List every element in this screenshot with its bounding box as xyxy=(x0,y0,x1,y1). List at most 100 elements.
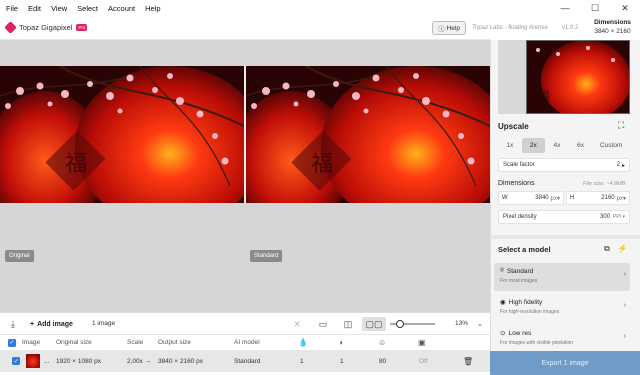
noise-icon: 💧 xyxy=(298,338,308,347)
col-scale: Scale xyxy=(127,339,144,346)
face-recovery-value: 80 xyxy=(379,357,387,365)
model-description: For images with visible pixelation xyxy=(500,340,574,346)
model-name: High fidelity xyxy=(508,298,543,306)
single-view-icon[interactable]: ▭ xyxy=(316,317,330,331)
auto-model-icon[interactable]: ⚡ xyxy=(618,244,628,254)
chevron-right-icon: › xyxy=(623,271,626,278)
info-icon: ⓘ xyxy=(438,26,445,33)
svg-text:福: 福 xyxy=(65,152,87,177)
scale-value: 2,00x → xyxy=(127,357,152,365)
menu-file[interactable]: File xyxy=(6,4,18,13)
zoom-slider-handle[interactable] xyxy=(396,320,404,328)
model-option-standard[interactable]: ⌾ Standard For most images › xyxy=(494,263,630,291)
scale-factor-value: 2 xyxy=(616,162,620,168)
side-by-side-view-icon[interactable]: ▢▢ xyxy=(362,317,386,331)
compare-models-icon[interactable]: ⧉ xyxy=(604,244,610,254)
col-original-size: Original size xyxy=(56,339,92,346)
help-button[interactable]: ⓘ Help xyxy=(432,21,466,35)
dimensions-label: Dimensions xyxy=(498,180,535,187)
col-output-size: Output size xyxy=(158,339,191,346)
menu-account[interactable]: Account xyxy=(108,4,135,13)
select-all-checkbox[interactable]: ✓ xyxy=(8,338,16,347)
face-recovery-icon: ☺ xyxy=(378,338,387,347)
close-button[interactable]: ✕ xyxy=(610,0,640,16)
pro-badge: Pro xyxy=(76,24,88,31)
low-res-model-icon: ⊙ xyxy=(500,330,506,337)
pixel-density-value: 300 xyxy=(600,214,611,220)
model-option-low-res[interactable]: ⊙ Low res For images with visible pixelat… xyxy=(494,325,630,353)
maximize-button[interactable]: ☐ xyxy=(580,0,610,16)
zoom-dropdown-chevron-icon[interactable]: ⌄ xyxy=(474,317,486,331)
image-table-header: ✓ Image Original size Scale Output size … xyxy=(0,334,490,350)
table-row[interactable]: ✓ ... 1920 × 1080 px 2,00x → 3840 × 2160… xyxy=(0,350,490,372)
dimensions-title: Dimensions xyxy=(594,19,631,26)
compression-icon: ▣ xyxy=(418,338,426,347)
image-count: 1 image xyxy=(92,320,116,327)
model-option-high-fidelity[interactable]: ◉ High fidelity For high-resolution image… xyxy=(494,294,630,322)
crop-disabled-icon[interactable]: ✕ xyxy=(290,317,304,331)
upscale-title: Upscale xyxy=(498,122,529,131)
scale-option-custom[interactable]: Custom xyxy=(592,138,630,153)
navigator-viewport-frame[interactable] xyxy=(526,40,630,114)
scale-option-1x[interactable]: 1x xyxy=(498,138,522,153)
standard-model-icon: ⌾ xyxy=(500,267,504,274)
sharpen-icon: ◑ xyxy=(338,338,343,347)
license-text: Topaz Labs - floating license xyxy=(472,25,548,31)
add-image-label: Add image xyxy=(37,320,73,328)
width-value: 3840 xyxy=(535,195,549,201)
menu-select[interactable]: Select xyxy=(77,4,98,13)
high-fidelity-model-icon: ◉ xyxy=(500,299,506,306)
version-text: v1.0.2 xyxy=(562,25,579,31)
height-value: 2160 xyxy=(601,195,615,201)
menu-bar: File Edit View Select Account Help xyxy=(0,0,640,16)
col-image: Image xyxy=(22,339,41,346)
menu-edit[interactable]: Edit xyxy=(28,4,41,13)
height-unit-select[interactable]: px▾ xyxy=(617,195,626,202)
app-name: Topaz Gigapixel xyxy=(19,23,73,32)
width-field[interactable]: W 3840 px▾ xyxy=(498,191,564,205)
import-icon[interactable]: ⤓ xyxy=(6,317,20,331)
svg-text:福: 福 xyxy=(311,152,333,177)
model-name: Low res xyxy=(508,329,532,337)
pixel-density-label: Pixel density xyxy=(503,214,537,220)
dimensions-value: 3840 × 2160 xyxy=(594,28,631,35)
zoom-value: 13% xyxy=(455,320,469,327)
app-logo: Topaz Gigapixel Pro xyxy=(4,21,88,34)
delete-icon[interactable]: 🗑 xyxy=(463,350,473,372)
bottom-toolbar: ⤓ + Add image 1 image ✕ ▭ ◫ ▢▢ 13% ⌄ xyxy=(0,312,490,334)
sharpen-value: 1 xyxy=(340,357,344,365)
model-preview-label: Standard xyxy=(250,250,283,262)
minimize-button[interactable]: — xyxy=(550,0,580,16)
upscaled-preview-image[interactable]: 福 xyxy=(246,66,490,203)
noise-value: 1 xyxy=(300,357,304,365)
width-unit-select[interactable]: px▾ xyxy=(551,195,560,202)
add-image-button[interactable]: + Add image xyxy=(30,317,73,331)
scale-option-2x[interactable]: 2x xyxy=(521,138,546,153)
ai-model-value: Standard xyxy=(234,357,261,365)
scale-option-4x[interactable]: 4x xyxy=(545,138,569,153)
topaz-logo-icon xyxy=(4,21,17,34)
scale-factor-label: Scale factor xyxy=(503,162,535,168)
model-tools: ⧉ ⚡ xyxy=(604,244,628,254)
pixel-density-field[interactable]: Pixel density 300 PPI ▾ xyxy=(498,210,630,224)
scale-option-6x[interactable]: 6x xyxy=(569,138,593,153)
crop-icon[interactable]: ⛶ xyxy=(618,120,624,131)
image-name: ... xyxy=(44,357,50,365)
plus-icon: + xyxy=(30,320,35,328)
image-thumbnail xyxy=(26,354,40,368)
height-field[interactable]: H 2160 px▾ xyxy=(566,191,630,205)
scale-factor-field[interactable]: Scale factor 2 ▸ xyxy=(498,158,630,172)
original-preview-image[interactable]: 福 xyxy=(0,66,244,203)
export-button[interactable]: Export 1 image xyxy=(490,351,640,375)
model-name: Standard xyxy=(506,267,534,275)
pixel-density-unit-select[interactable]: PPI ▾ xyxy=(613,214,625,220)
split-view-icon[interactable]: ◫ xyxy=(340,317,356,331)
row-checkbox[interactable]: ✓ xyxy=(12,357,20,365)
chevron-right-icon: › xyxy=(623,302,626,309)
menu-help[interactable]: Help xyxy=(145,4,160,13)
file-size-estimate: File size: ~4.8MB xyxy=(583,181,626,187)
stepper-icon[interactable]: ▸ xyxy=(622,162,625,169)
menu-view[interactable]: View xyxy=(51,4,67,13)
col-ai-model: AI model xyxy=(234,339,260,346)
output-size-value: 3840 × 2160 px xyxy=(158,357,203,365)
